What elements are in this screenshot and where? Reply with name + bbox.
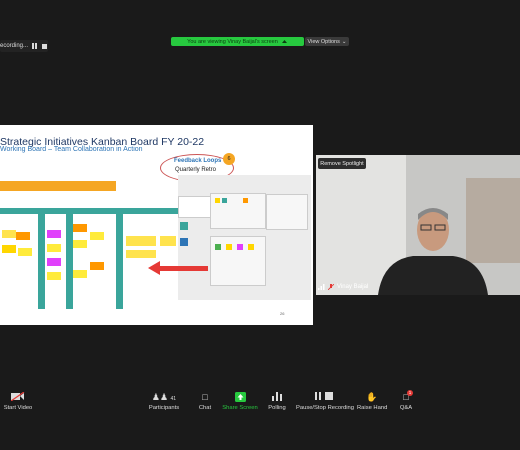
start-video-button[interactable]: Start Video [2, 391, 34, 411]
participant-name: Vinay Baijal [337, 284, 369, 290]
qa-badge: 1 [407, 390, 413, 396]
participant-video [378, 208, 488, 295]
sticky-note [222, 198, 227, 203]
viewing-screen-label: You are viewing Vinay Baijal's screen [187, 38, 278, 45]
raise-hand-button[interactable]: ✋ Raise Hand [357, 392, 387, 411]
chevron-down-icon: ⌄ [341, 38, 347, 45]
meeting-toolbar [0, 390, 520, 418]
signal-icon [318, 284, 325, 290]
start-video-label: Start Video [3, 405, 33, 411]
sticky-note [90, 232, 104, 240]
raise-hand-label: Raise Hand [357, 405, 388, 411]
participants-label: Participants [148, 405, 180, 411]
sticky-note [47, 230, 61, 238]
sticky-note [47, 258, 61, 266]
qa-button[interactable]: □ 1 Q&A [396, 390, 416, 411]
sticky-note [2, 230, 16, 238]
pause-icon[interactable] [32, 43, 38, 49]
participants-button[interactable]: ♟♟ 41 Participants [145, 392, 183, 411]
kanban-column-divider [116, 214, 123, 309]
slide-page-number: 26 [280, 311, 285, 316]
kanban-column-divider [38, 214, 45, 309]
sticky-note [47, 244, 61, 252]
sticky-note [237, 244, 243, 250]
sticky-note [73, 240, 87, 248]
share-screen-icon [222, 392, 258, 403]
sticky-note [126, 236, 156, 246]
red-arrow-head [148, 261, 160, 275]
sticky-note [126, 250, 156, 258]
board-thumbnail [266, 194, 308, 230]
slide-subtitle: Working Board – Team Collaboration in Ac… [0, 146, 143, 153]
sticky-note [180, 238, 188, 246]
polling-button[interactable]: Polling [266, 392, 288, 411]
kanban-header-bar [0, 181, 116, 191]
sticky-note [180, 222, 188, 230]
sticky-note [243, 198, 248, 203]
participants-icon: ♟♟ 41 [151, 392, 177, 402]
qa-icon: □ 1 [403, 390, 413, 402]
callout-title: Feedback Loops [174, 158, 222, 164]
pause-stop-recording-label: Pause/Stop Recording [296, 405, 355, 411]
raise-hand-icon: ✋ [366, 392, 378, 402]
polling-icon [266, 392, 288, 403]
kanban-top-rail [0, 208, 178, 214]
sticky-note [90, 262, 104, 270]
polling-label: Polling [268, 405, 286, 411]
pause-stop-recording-button[interactable]: Pause/Stop Recording [296, 392, 355, 411]
red-arrow [160, 266, 208, 271]
share-screen-label: Share Screen [222, 405, 258, 411]
sticky-note [248, 244, 254, 250]
view-options-label: View Options [307, 38, 340, 45]
participant-name-tag: Vinay Baijal [318, 284, 368, 290]
chat-button[interactable]: □ Chat [195, 392, 215, 411]
sticky-note [215, 244, 221, 250]
sticky-note [226, 244, 232, 250]
stop-icon[interactable] [42, 43, 48, 49]
recording-label: ecording... [0, 43, 29, 49]
recording-indicator: ecording... [0, 40, 48, 52]
chat-icon: □ [202, 392, 208, 402]
sticky-note [18, 248, 32, 256]
kanban-column-divider [66, 214, 73, 309]
qa-label: Q&A [399, 405, 413, 411]
board-thumbnail [178, 196, 212, 218]
remove-spotlight-button[interactable]: Remove Spotlight [318, 158, 366, 169]
sticky-note [160, 236, 176, 246]
pause-stop-icon [296, 392, 352, 403]
sticky-note [16, 232, 30, 240]
view-options-button[interactable]: View Options ⌄ [305, 37, 349, 46]
sticky-note [47, 272, 61, 280]
chat-label: Chat [198, 405, 212, 411]
sticky-note [2, 245, 16, 253]
callout-badge: 6 [223, 153, 235, 165]
participants-count: 41 [170, 396, 177, 402]
sticky-note [73, 270, 87, 278]
video-off-icon [2, 391, 34, 403]
callout-text: Quarterly Retro [175, 167, 217, 173]
share-screen-button[interactable]: Share Screen [222, 392, 258, 411]
share-icon [281, 40, 287, 43]
sticky-note [73, 224, 87, 232]
sticky-note [215, 198, 220, 203]
viewing-screen-banner: You are viewing Vinay Baijal's screen [171, 37, 304, 46]
muted-mic-icon [328, 284, 334, 290]
